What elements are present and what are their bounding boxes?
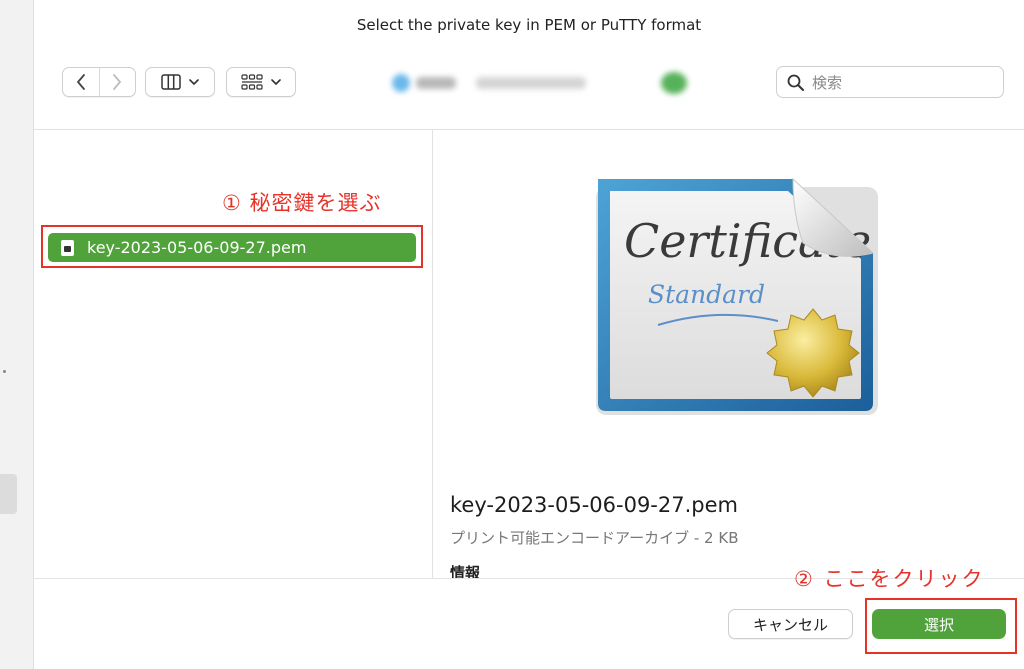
location-folder-icon (392, 74, 410, 92)
file-name: key-2023-05-06-09-27.pem (87, 238, 307, 257)
forward-button[interactable] (98, 68, 136, 96)
grid-view-icon (241, 74, 263, 90)
annotation-step2: ② ここをクリック (794, 567, 985, 591)
column-view-icon (161, 74, 181, 90)
certificate-icon: Certificate Standard (596, 177, 878, 415)
dialog-title: Select the private key in PEM or PuTTY f… (356, 16, 702, 34)
file-open-dialog: Select the private key in PEM or PuTTY f… (34, 0, 1024, 669)
search-icon (787, 74, 804, 91)
view-mode-button[interactable] (145, 67, 215, 97)
annotation-step1: ① 秘密鍵を選ぶ (222, 191, 382, 215)
svg-text:Standard: Standard (648, 280, 765, 309)
search-placeholder: 検索 (812, 73, 843, 92)
chevron-left-icon (76, 74, 85, 90)
background-sidebar-item (0, 474, 17, 514)
select-button[interactable]: 選択 (872, 609, 1006, 639)
background-window (0, 0, 34, 669)
preview-info-heading: 情報 (450, 564, 481, 578)
location-path-blurred (476, 77, 586, 89)
cancel-button[interactable]: キャンセル (728, 609, 853, 639)
chevron-down-icon (189, 78, 199, 85)
location-status-icon (661, 72, 687, 94)
preview-file-name: key-2023-05-06-09-27.pem (450, 493, 738, 517)
file-row-pem[interactable]: key-2023-05-06-09-27.pem (48, 233, 416, 262)
background-dot (3, 370, 6, 373)
navigation-buttons (62, 67, 136, 97)
preview-pane: Certificate Standard key-2023-05-06-09-2… (433, 130, 1024, 578)
back-button[interactable] (63, 68, 99, 96)
preview-file-kind: プリント可能エンコードアーカイブ - 2 KB (450, 529, 739, 547)
group-by-button[interactable] (226, 67, 296, 97)
chevron-down-icon (271, 78, 281, 85)
chevron-right-icon (113, 74, 122, 90)
search-field[interactable]: 検索 (776, 66, 1004, 98)
file-icon (61, 239, 74, 256)
location-name-blurred (416, 77, 456, 89)
location-popup[interactable] (386, 66, 696, 100)
